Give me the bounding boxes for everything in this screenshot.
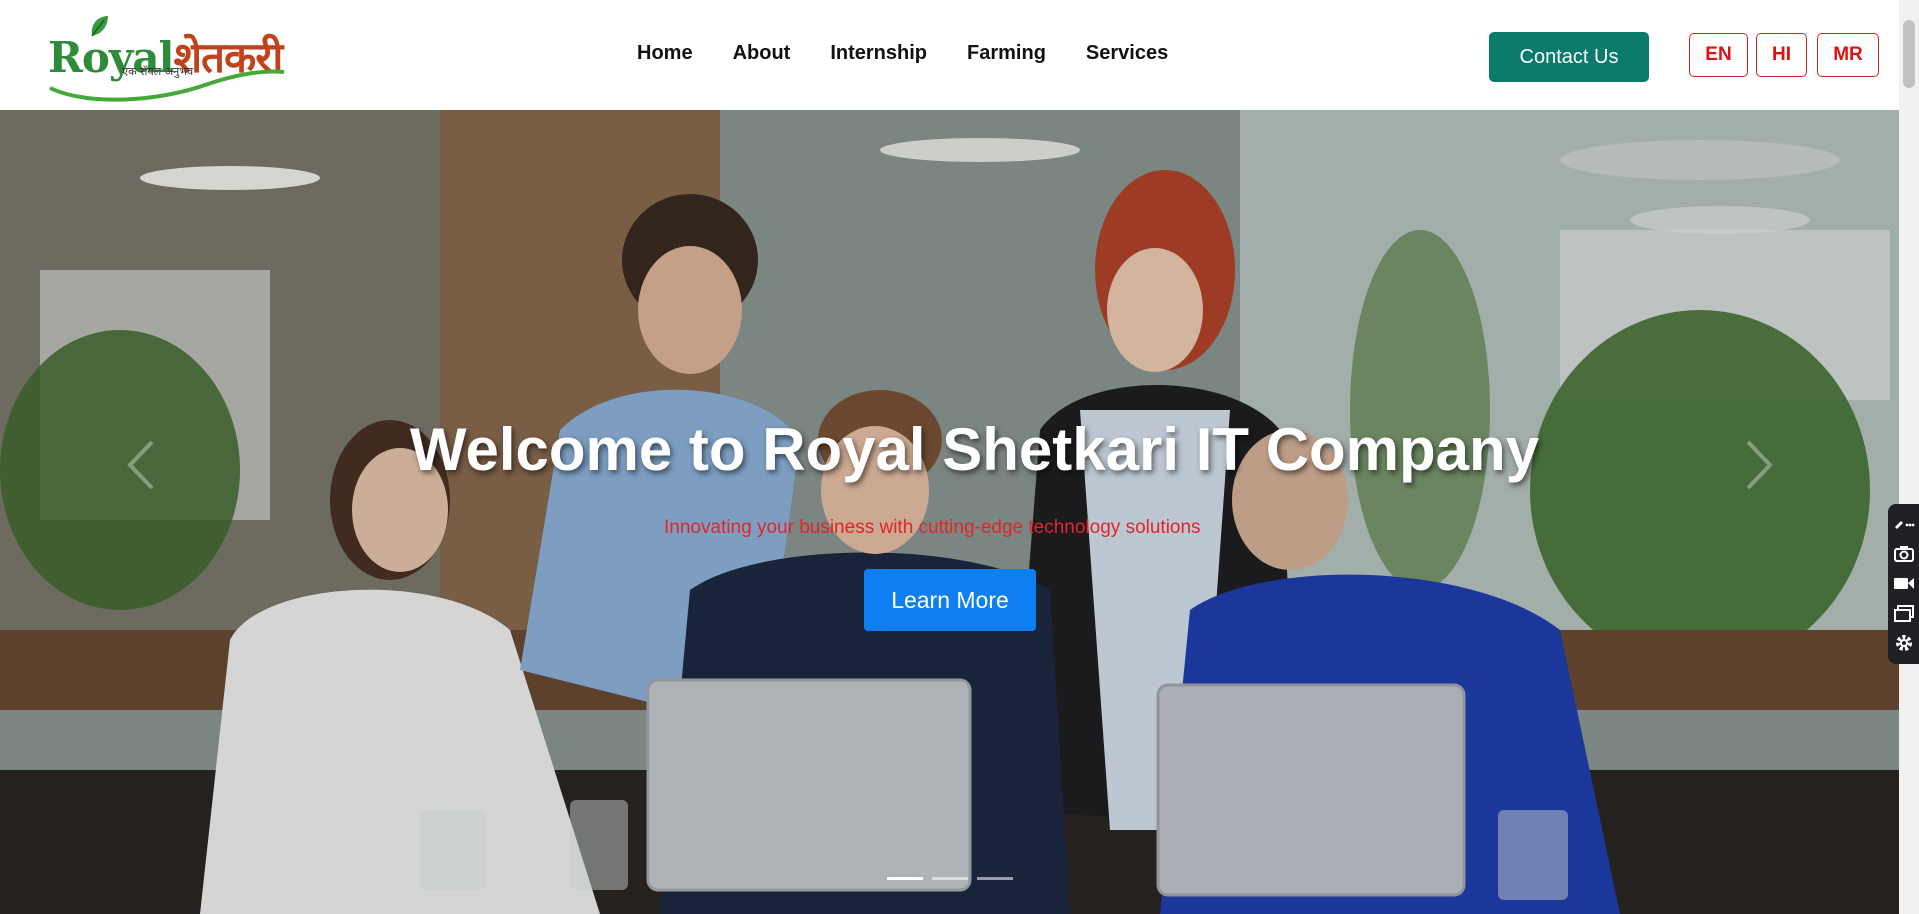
site-logo[interactable]: Royalशेतकरी एक रॉयल अनुभव <box>48 14 288 102</box>
carousel-indicator[interactable] <box>887 877 923 880</box>
language-hi-button[interactable]: HI <box>1756 33 1807 77</box>
floating-toolbar <box>1888 504 1919 664</box>
nav-about[interactable]: About <box>733 42 791 65</box>
chevron-left-icon <box>127 440 154 490</box>
carousel-next-button[interactable] <box>1728 430 1788 500</box>
hero-title: Welcome to Royal Shetkari IT Company <box>409 416 1540 483</box>
nav-farming[interactable]: Farming <box>967 42 1046 65</box>
main-nav: Home About Internship Farming Services <box>637 42 1168 65</box>
window-icon[interactable] <box>1892 598 1916 628</box>
carousel-indicator[interactable] <box>977 877 1013 880</box>
language-mr-button[interactable]: MR <box>1817 33 1879 77</box>
hero-subtitle: Innovating your business with cutting-ed… <box>664 517 1201 538</box>
chevron-right-icon <box>1746 440 1773 490</box>
contact-us-button[interactable]: Contact Us <box>1489 32 1649 82</box>
logo-tagline: एक रॉयल अनुभव <box>122 65 194 78</box>
nav-services[interactable]: Services <box>1086 42 1168 65</box>
carousel-indicators <box>887 877 1013 880</box>
edit-more-icon[interactable] <box>1892 508 1916 538</box>
video-icon[interactable] <box>1892 568 1916 598</box>
nav-internship[interactable]: Internship <box>830 42 927 65</box>
settings-icon[interactable] <box>1892 628 1916 658</box>
carousel-indicator[interactable] <box>932 877 968 880</box>
site-header: Royalशेतकरी एक रॉयल अनुभव Home About Int… <box>0 0 1899 110</box>
page: Royalशेतकरी एक रॉयल अनुभव Home About Int… <box>0 0 1899 914</box>
camera-icon[interactable] <box>1892 538 1916 568</box>
carousel-prev-button[interactable] <box>112 430 172 500</box>
scrollbar-thumb[interactable] <box>1903 20 1915 88</box>
hero-carousel: Welcome to Royal Shetkari IT Company Inn… <box>0 110 1899 914</box>
language-en-button[interactable]: EN <box>1689 33 1748 77</box>
hero-background-image <box>0 110 1899 914</box>
page-scrollbar[interactable] <box>1899 0 1919 914</box>
learn-more-button[interactable]: Learn More <box>864 569 1036 631</box>
nav-home[interactable]: Home <box>637 42 693 65</box>
